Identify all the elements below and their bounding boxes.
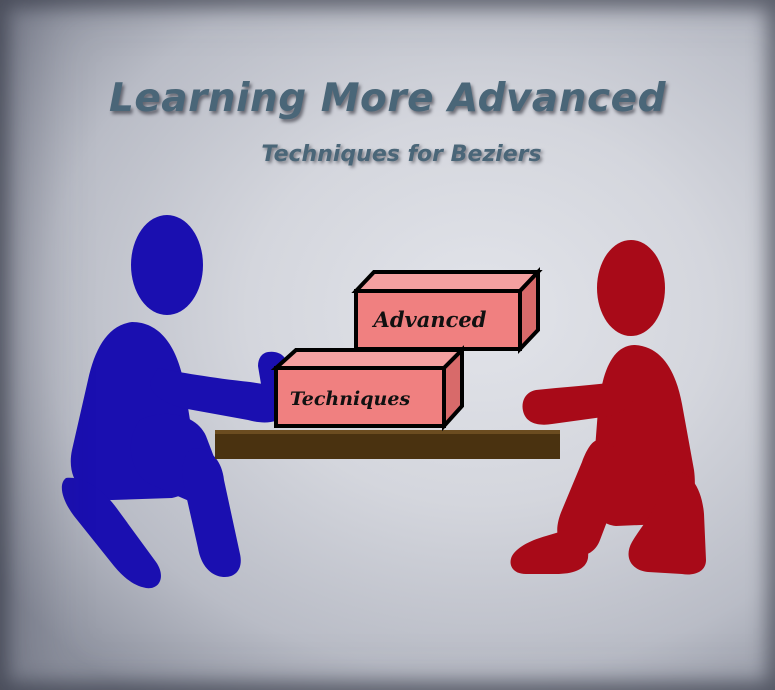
advanced-box: Advanced [351,266,543,355]
blue-person-head [131,215,203,315]
advanced-box-label: Advanced [372,307,487,332]
techniques-box: Techniques [270,345,467,432]
techniques-box-label: Techniques [290,388,411,410]
slide-canvas: Learning More Advanced Techniques for Be… [0,0,775,690]
red-person-head [597,240,665,336]
table [215,430,560,459]
advanced-box-top [351,270,543,293]
table-top [215,430,560,459]
table-top-highlight [215,430,560,434]
blue-person-figure [61,215,291,589]
red-person-foot [510,530,589,574]
illustration: Advanced Techniques [61,215,706,589]
techniques-box-top [270,348,467,370]
blue-person-shin [182,448,241,578]
